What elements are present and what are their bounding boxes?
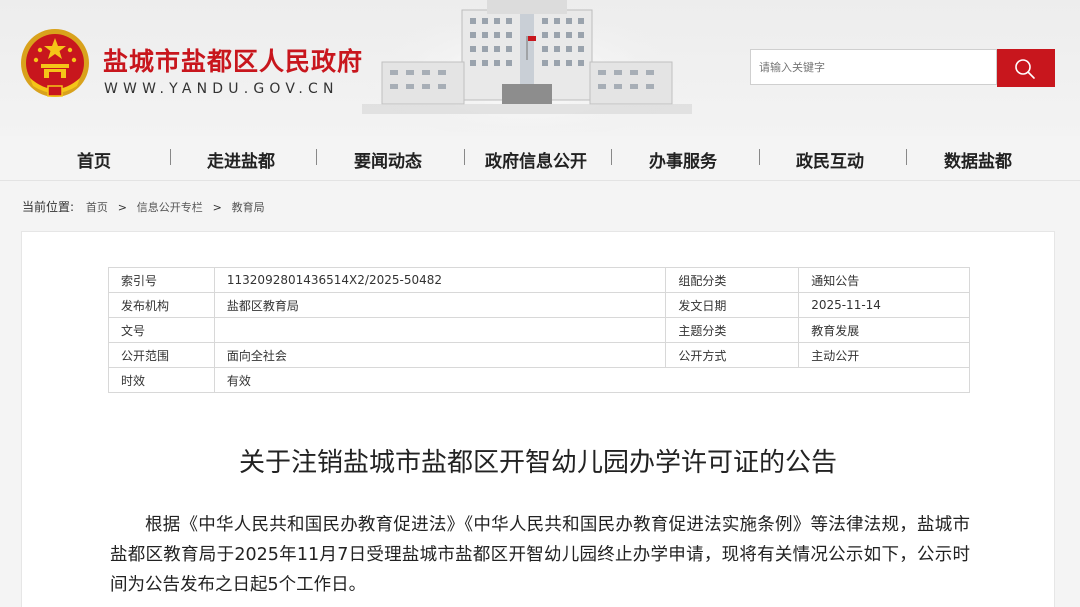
- breadcrumb-label: 当前位置:: [22, 200, 75, 214]
- nav-item-data[interactable]: 数据盐都: [944, 147, 1012, 172]
- table-row: 索引号 1132092801436514X2/2025-50482 组配分类 通…: [108, 267, 970, 293]
- table-row: 时效 有效: [108, 367, 971, 393]
- nav-separator: [611, 149, 612, 165]
- table-row: 公开范围 面向全社会 公开方式 主动公开: [108, 342, 970, 368]
- nav-item-services[interactable]: 办事服务: [649, 147, 717, 172]
- nav-item-news[interactable]: 要闻动态: [354, 147, 422, 172]
- nav-separator: [759, 149, 760, 165]
- meta-value: [213, 317, 667, 343]
- meta-key: 主题分类: [665, 317, 800, 343]
- nav-separator: [906, 149, 907, 165]
- meta-value: 主动公开: [798, 342, 970, 368]
- breadcrumb-separator: >: [212, 201, 222, 214]
- info-meta-table: 索引号 1132092801436514X2/2025-50482 组配分类 通…: [108, 267, 971, 393]
- nav-item-interaction[interactable]: 政民互动: [796, 147, 864, 172]
- meta-key: 文号: [108, 317, 215, 343]
- nav-separator: [464, 149, 465, 165]
- site-title[interactable]: 盐城市盐都区人民政府: [103, 42, 363, 78]
- meta-value: 1132092801436514X2/2025-50482: [213, 267, 667, 293]
- site-url: WWW.YANDU.GOV.CN: [104, 81, 339, 97]
- national-emblem-icon[interactable]: [20, 26, 90, 100]
- nav-item-info-disclosure[interactable]: 政府信息公开: [485, 147, 587, 172]
- breadcrumb-link-info-column[interactable]: 信息公开专栏: [137, 201, 203, 214]
- search-button[interactable]: [997, 49, 1055, 87]
- meta-key: 发文日期: [665, 292, 800, 318]
- meta-key: 公开范围: [108, 342, 215, 368]
- nav-item-home[interactable]: 首页: [77, 147, 111, 172]
- meta-key: 索引号: [108, 267, 215, 293]
- article-paragraph: 根据《中华人民共和国民办教育促进法》《中华人民共和国民办教育促进法实施条例》等法…: [110, 515, 970, 595]
- main-nav: 首页 走进盐都 要闻动态 政府信息公开 办事服务 政民互动 数据盐都: [0, 136, 1080, 181]
- article-title: 关于注销盐城市盐都区开智幼儿园办学许可证的公告: [238, 448, 837, 478]
- meta-value: 2025-11-14: [798, 292, 970, 318]
- meta-value: 教育发展: [798, 317, 970, 343]
- nav-separator: [170, 149, 171, 165]
- table-row: 文号 主题分类 教育发展: [108, 317, 970, 343]
- search-input[interactable]: [750, 49, 997, 85]
- meta-key: 组配分类: [665, 267, 800, 293]
- page: 盐城市盐都区人民政府 WWW.YANDU.GOV.CN 请输入关键字 首页 走进…: [0, 0, 1080, 607]
- nav-item-about[interactable]: 走进盐都: [207, 147, 275, 172]
- table-row: 发布机构 盐都区教育局 发文日期 2025-11-14: [108, 292, 970, 318]
- nav-separator: [316, 149, 317, 165]
- search-icon: [1015, 59, 1035, 79]
- meta-value: 盐都区教育局: [213, 292, 667, 318]
- breadcrumb: 当前位置: 首页 > 信息公开专栏 > 教育局: [22, 198, 265, 215]
- meta-value: 有效: [213, 367, 971, 393]
- content-card: 索引号 1132092801436514X2/2025-50482 组配分类 通…: [21, 231, 1055, 607]
- breadcrumb-link-education-bureau[interactable]: 教育局: [232, 201, 265, 214]
- meta-key: 公开方式: [665, 342, 800, 368]
- meta-value: 通知公告: [798, 267, 970, 293]
- meta-key: 时效: [108, 367, 215, 393]
- meta-value: 面向全社会: [213, 342, 667, 368]
- breadcrumb-separator: >: [117, 201, 127, 214]
- meta-key: 发布机构: [108, 292, 215, 318]
- breadcrumb-link-home[interactable]: 首页: [86, 201, 108, 214]
- government-building-image: [362, 0, 692, 132]
- site-header: 盐城市盐都区人民政府 WWW.YANDU.GOV.CN: [0, 0, 1080, 136]
